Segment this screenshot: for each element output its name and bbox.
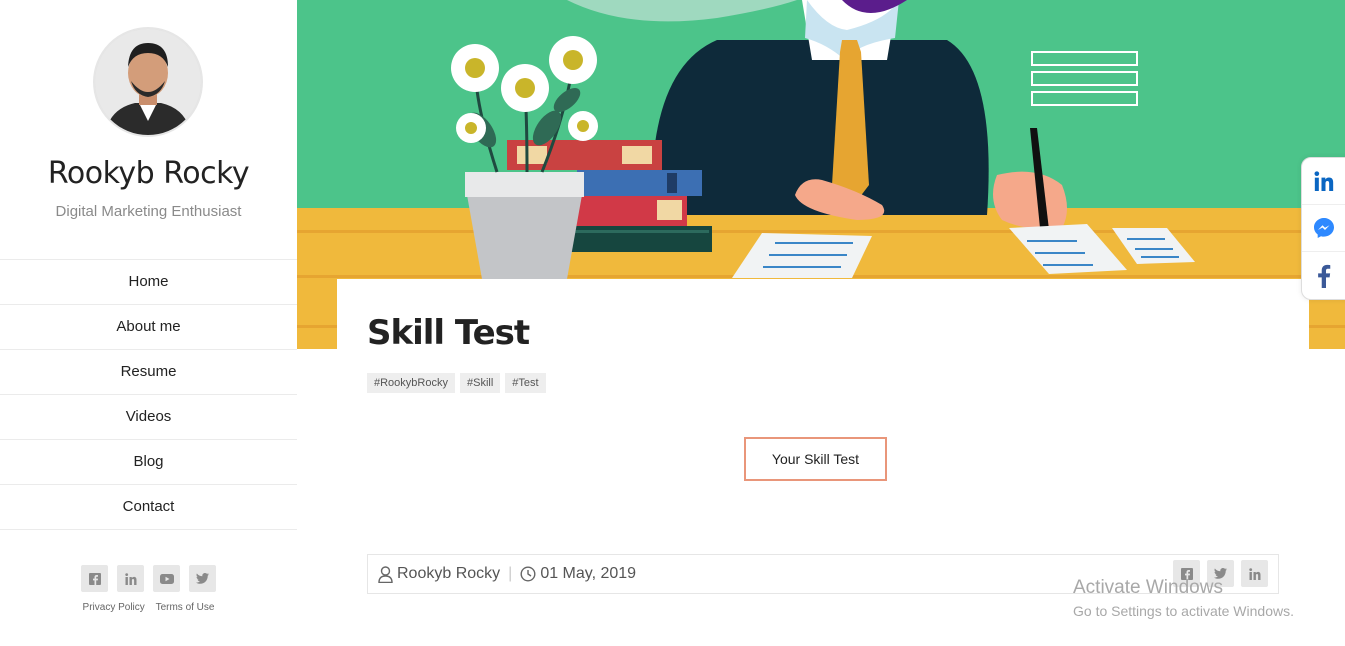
meta-separator: | [508, 565, 513, 582]
post-author[interactable]: Rookyb Rocky [397, 565, 500, 583]
windows-activation-title: Activate Windows [1073, 577, 1223, 598]
nav-item-home[interactable]: Home [0, 260, 297, 305]
user-icon [378, 565, 393, 583]
nav-item-about[interactable]: About me [0, 305, 297, 350]
avatar[interactable] [93, 27, 203, 137]
tag-rookybrocky[interactable]: #RookybRocky [367, 373, 455, 393]
avatar-photo [95, 29, 201, 135]
share-messenger[interactable] [1302, 205, 1345, 252]
clock-icon [520, 566, 536, 582]
floating-share-bar [1301, 157, 1345, 300]
post-date: 01 May, 2019 [540, 565, 637, 582]
terms-of-use-link[interactable]: Terms of Use [156, 602, 215, 613]
windows-activation-notice: Activate Windows Go to Settings to activ… [1073, 577, 1294, 619]
skill-test-button[interactable]: Your Skill Test [744, 437, 887, 481]
nav-item-resume[interactable]: Resume [0, 350, 297, 395]
linkedin-icon [1314, 171, 1334, 191]
legal-links: Privacy Policy Terms of Use [0, 602, 297, 613]
tag-test[interactable]: #Test [505, 373, 546, 393]
nav-item-videos[interactable]: Videos [0, 395, 297, 440]
share-linkedin[interactable] [1302, 158, 1345, 205]
sidebar: Rookyb Rocky Digital Marketing Enthusias… [0, 0, 297, 646]
youtube-icon[interactable] [153, 565, 180, 592]
sidebar-social-links [81, 565, 216, 592]
linkedin-icon[interactable] [117, 565, 144, 592]
facebook-icon[interactable] [81, 565, 108, 592]
nav-item-blog[interactable]: Blog [0, 440, 297, 485]
privacy-policy-link[interactable]: Privacy Policy [83, 602, 145, 613]
windows-activation-subtitle: Go to Settings to activate Windows. [1073, 603, 1294, 619]
nav-item-contact[interactable]: Contact [0, 485, 297, 530]
post-title: Skill Test [367, 313, 530, 353]
facebook-icon [1318, 264, 1331, 288]
profile-tagline: Digital Marketing Enthusiast [55, 203, 242, 220]
twitter-icon[interactable] [189, 565, 216, 592]
tag-skill[interactable]: #Skill [459, 373, 501, 393]
messenger-icon [1314, 218, 1334, 238]
share-facebook[interactable] [1302, 252, 1345, 299]
profile-name: Rookyb Rocky [47, 156, 250, 191]
post-tags: #RookybRocky #Skill #Test [367, 373, 546, 393]
main-nav: Home About me Resume Videos Blog Contact [0, 259, 297, 530]
